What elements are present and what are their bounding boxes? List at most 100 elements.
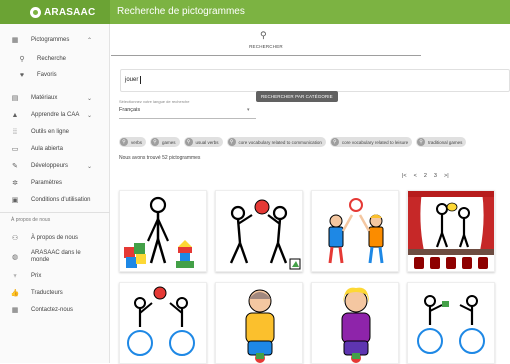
sidebar-item-parametres[interactable]: ✲ Paramètres [0,175,110,191]
pictogram-card[interactable] [407,190,495,272]
sidebar-item-label: Paramètres [31,180,63,186]
sidebar-item-contact[interactable]: ▦ Contactez-nous [0,302,110,318]
chip-usual-verbs[interactable]: ⚲ usual verbs [183,137,223,147]
chip-traditional-games[interactable]: ⚲ traditional games [416,137,467,147]
pictogram-theatre-image [408,191,494,271]
laptop-icon: ▭ [11,146,19,153]
heart-icon: ♥ [19,71,25,79]
page-last-button[interactable]: >| [444,173,449,179]
pictogram-card[interactable] [311,282,399,364]
tab-label: RECHERCHER [249,44,283,49]
sidebar-item-label: Contactez-nous [31,307,74,313]
sidebar-item-monde[interactable]: ◍ ARASAAC dans le monde [0,248,110,266]
sidebar-item-label: Prix [31,273,42,279]
tab-indicator [111,55,421,56]
pictogram-card[interactable] [119,190,207,272]
sidebar-item-recherche[interactable]: ⚲ Recherche [0,51,110,67]
sidebar-item-label: Favoris [37,72,57,78]
sidebar-item-label: Pictogrammes [31,37,70,43]
globe-icon: ◍ [11,254,19,261]
grid-icon: ⁞⁞ [13,128,17,136]
sidebar-item-pictogrammes[interactable]: ▦ Pictogrammes ⌃ [0,32,110,48]
brand-name: ARASAAC [44,6,96,18]
top-bar: ARASAAC Recherche de pictogrammes [0,0,510,24]
chevron-down-icon: ⌄ [87,95,93,102]
search-icon: ⚲ [151,138,160,146]
search-icon: ⚲ [227,138,236,146]
page-3-button[interactable]: 3 [434,173,437,179]
search-icon: ⚲ [184,138,193,146]
search-icon: ⚲ [19,56,25,63]
chip-verbs[interactable]: ⚲ verbs [119,137,147,147]
sidebar-section-label: À propos de nous [11,217,51,223]
arasaac-logo-icon [30,6,41,18]
sidebar-item-apprendre-caa[interactable]: ▲ Apprendre la CAA ⌄ [0,107,110,123]
image-icon: ▦ [11,37,19,44]
chevron-down-icon: ⌄ [87,112,93,119]
trophy-icon: ♆ [12,272,18,280]
search-icon: ⚲ [120,138,128,146]
pictogram-card[interactable] [215,190,303,272]
results-count: Nous avons trouvé 52 pictogrammes [119,155,201,161]
page-2-button[interactable]: 2 [424,173,427,179]
tab-rechercher[interactable]: ⚲ RECHERCHER [111,24,421,56]
chip-label: traditional games [428,139,463,145]
chip-core-leisure[interactable]: ⚲ core vocabulary related to leisure [329,137,413,147]
page-first-button[interactable]: |< [402,173,407,179]
chip-label: games [162,139,176,145]
pictogram-wheelchair-play-image [417,295,485,354]
sidebar-item-conditions[interactable]: ▣ Conditions d'utilisation [0,192,110,208]
pictogram-card[interactable] [311,190,399,272]
sidebar-item-label: Matériaux [31,95,58,101]
pictogram-grid [119,190,510,364]
dropdown-arrow-icon: ▾ [247,107,250,113]
sidebar-item-developpeurs[interactable]: ✎ Développeurs ⌄ [0,158,110,174]
gear-icon: ✲ [12,180,18,187]
sidebar-item-materiaux[interactable]: ▤ Matériaux ⌄ [0,90,110,106]
chip-label: core vocabulary related to communication [238,139,322,145]
sidebar-item-prix[interactable]: ♆ Prix [0,268,110,284]
category-search-tooltip: RECHERCHER PAR CATÉGORIE [256,91,338,102]
pictogram-boy-toy-image [245,289,275,363]
pictogram-person-puzzle-image [124,196,194,268]
sidebar-item-label: Développeurs [31,163,69,169]
sidebar-item-favoris[interactable]: ♥ Favoris [0,67,110,83]
sidebar-divider [0,212,110,213]
sidebar-item-traducteurs[interactable]: 👍 Traducteurs [0,285,110,301]
search-input[interactable]: jouer [120,69,510,92]
sidebar-item-outils[interactable]: ⁞⁞ Outils en ligne [0,124,110,140]
pictogram-play-ball-image [229,199,301,270]
language-select[interactable]: Sélectionnez votre langue de recherche F… [119,99,256,119]
text-caret [140,76,141,84]
chevron-up-icon: ⌃ [87,37,93,44]
pictogram-girl-toy-image [341,287,371,363]
sidebar: ▦ Pictogrammes ⌃ ⚲ Recherche ♥ Favoris ▤… [0,24,110,363]
chip-label: usual verbs [195,139,219,145]
page-title: Recherche de pictogrammes [117,6,245,17]
language-select-label: Sélectionnez votre langue de recherche [119,99,190,104]
sidebar-item-label: Recherche [37,56,67,62]
search-value: jouer [125,77,139,83]
contact-card-icon: ▦ [11,307,19,314]
chip-games[interactable]: ⚲ games [150,137,180,147]
chip-core-communication[interactable]: ⚲ core vocabulary related to communicatio… [226,137,326,147]
keyword-chips: ⚲ verbs ⚲ games ⚲ usual verbs ⚲ core vocabulary… [119,137,510,149]
pictogram-card[interactable] [119,282,207,364]
thumbs-up-icon: 👍 [10,290,20,297]
chevron-down-icon: ⌄ [87,163,93,170]
page-prev-button[interactable]: < [414,173,417,179]
main-content: ⚲ RECHERCHER jouer RECHERCHER PAR CATÉGO… [111,24,510,364]
pictogram-card[interactable] [215,282,303,364]
search-icon: ⚲ [260,30,267,40]
pictogram-card[interactable] [407,282,495,364]
search-icon: ⚲ [330,138,339,146]
sidebar-item-a-propos[interactable]: ⚇ À propos de nous [0,230,110,246]
sidebar-item-aula[interactable]: ▭ Aula abierta [0,141,110,157]
language-select-underline [119,118,256,119]
pictogram-kids-ball-image [328,198,384,264]
search-icon: ⚲ [417,138,426,146]
brand[interactable]: ARASAAC [0,0,110,24]
sidebar-item-label: Traducteurs [31,290,63,296]
people-icon: ⚇ [11,235,19,242]
sidebar-item-label: ARASAAC dans le monde [31,250,81,263]
